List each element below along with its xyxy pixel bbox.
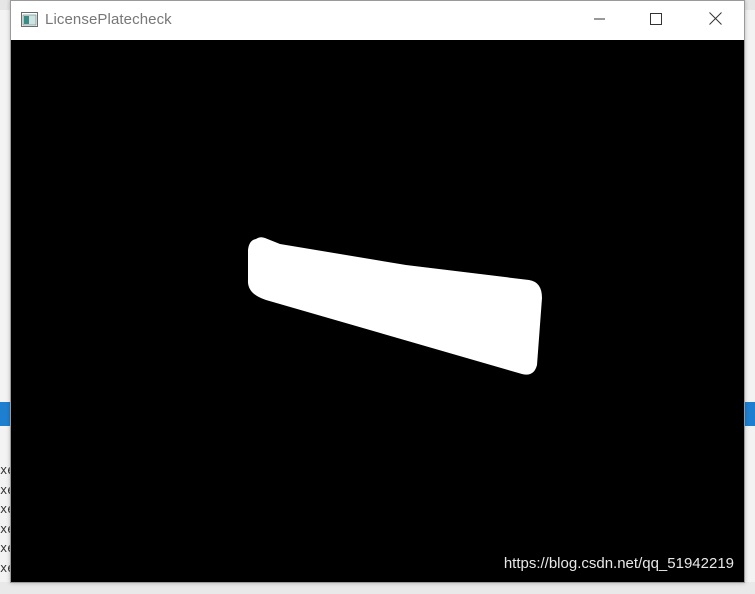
maximize-button[interactable] [633,1,679,40]
console-line: xe [0,541,10,555]
console-line: xe [0,463,10,477]
background-console-output: xe xe xe xe xe xe [0,461,10,578]
console-line: xe [0,521,10,536]
plate-mask-region [247,237,542,375]
close-icon [708,11,722,30]
app-window-icon [21,12,38,27]
background-tab-bar-right [745,402,755,426]
console-line: xe [0,482,10,497]
console-line: xe [0,502,10,516]
background-tab-bar-left [0,402,10,426]
close-button[interactable] [692,1,738,40]
license-plate-mask [247,237,542,375]
image-canvas [11,40,744,582]
window-title: LicensePlatecheck [45,11,172,28]
minimize-button[interactable] [577,1,623,40]
console-line: xe [0,560,10,575]
background-bottom-strip [0,582,755,594]
maximize-icon [650,12,662,30]
license-plate-window: LicensePlatecheck https://blog.csdn.net/… [10,0,745,583]
minimize-icon [594,12,606,30]
title-bar[interactable]: LicensePlatecheck [11,1,744,40]
watermark-text: https://blog.csdn.net/qq_51942219 [503,555,734,572]
